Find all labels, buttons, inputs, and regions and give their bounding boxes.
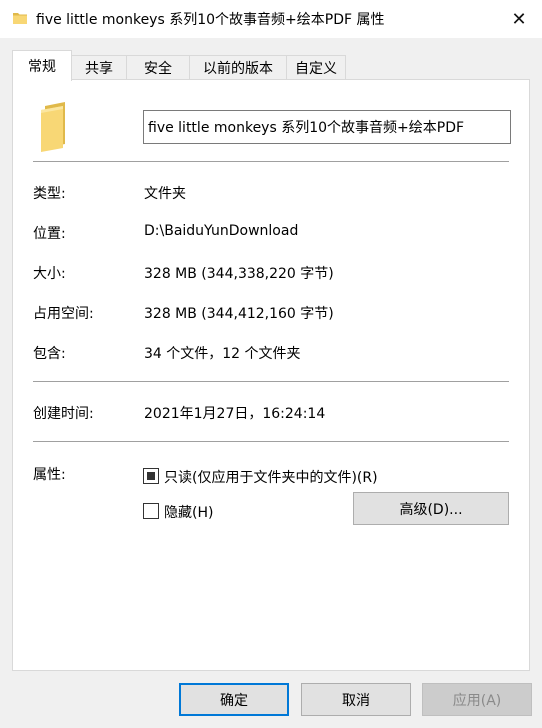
cancel-button-label: 取消	[342, 692, 370, 709]
hidden-checkbox[interactable]	[143, 503, 159, 519]
size-on-disk-label: 占用空间:	[33, 306, 94, 322]
location-label: 位置:	[33, 226, 66, 242]
type-label: 类型:	[33, 186, 66, 202]
tab-previous-versions[interactable]: 以前的版本	[189, 55, 287, 80]
attributes-label: 属性:	[33, 467, 66, 483]
folder-name-input[interactable]	[143, 110, 511, 144]
readonly-checkbox[interactable]	[143, 468, 159, 484]
tab-customize[interactable]: 自定义	[286, 55, 346, 80]
readonly-label[interactable]: 只读(仅应用于文件夹中的文件)(R)	[164, 467, 378, 487]
folder-icon	[13, 13, 27, 24]
location-value: D:\BaiduYunDownload	[144, 223, 299, 239]
close-button[interactable]: ✕	[496, 0, 542, 38]
tab-label: 共享	[85, 61, 113, 77]
divider	[33, 161, 509, 162]
divider	[33, 381, 509, 382]
created-value: 2021年1月27日，16:24:14	[144, 406, 326, 422]
tab-general[interactable]: 常规	[12, 50, 72, 81]
general-panel: 类型: 文件夹 位置: D:\BaiduYunDownload 大小: 328 …	[12, 79, 530, 671]
divider	[33, 441, 509, 442]
hidden-label[interactable]: 隐藏(H)	[164, 502, 213, 522]
advanced-button-label: 高级(D)...	[399, 501, 463, 518]
window-title: five little monkeys 系列10个故事音频+绘本PDF 属性	[36, 12, 385, 28]
advanced-button[interactable]: 高级(D)...	[353, 492, 509, 525]
tab-label: 自定义	[295, 61, 337, 77]
close-icon: ✕	[511, 8, 527, 30]
tab-label: 安全	[144, 61, 172, 77]
contains-label: 包含:	[33, 346, 66, 362]
created-label: 创建时间:	[33, 406, 94, 422]
apply-button-label: 应用(A)	[452, 692, 502, 709]
contains-value: 34 个文件，12 个文件夹	[144, 346, 301, 362]
title-bar: five little monkeys 系列10个故事音频+绘本PDF 属性 ✕	[0, 0, 542, 38]
size-on-disk-value: 328 MB (344,412,160 字节)	[144, 306, 334, 322]
ok-button[interactable]: 确定	[179, 683, 289, 716]
type-value: 文件夹	[144, 186, 186, 202]
tab-label: 常规	[28, 59, 56, 75]
tab-sharing[interactable]: 共享	[71, 55, 127, 80]
ok-button-label: 确定	[220, 692, 248, 709]
size-label: 大小:	[33, 266, 66, 282]
size-value: 328 MB (344,338,220 字节)	[144, 266, 334, 282]
folder-icon	[41, 102, 65, 152]
tab-security[interactable]: 安全	[126, 55, 190, 80]
tab-label: 以前的版本	[203, 61, 273, 77]
apply-button[interactable]: 应用(A)	[422, 683, 532, 716]
cancel-button[interactable]: 取消	[301, 683, 411, 716]
